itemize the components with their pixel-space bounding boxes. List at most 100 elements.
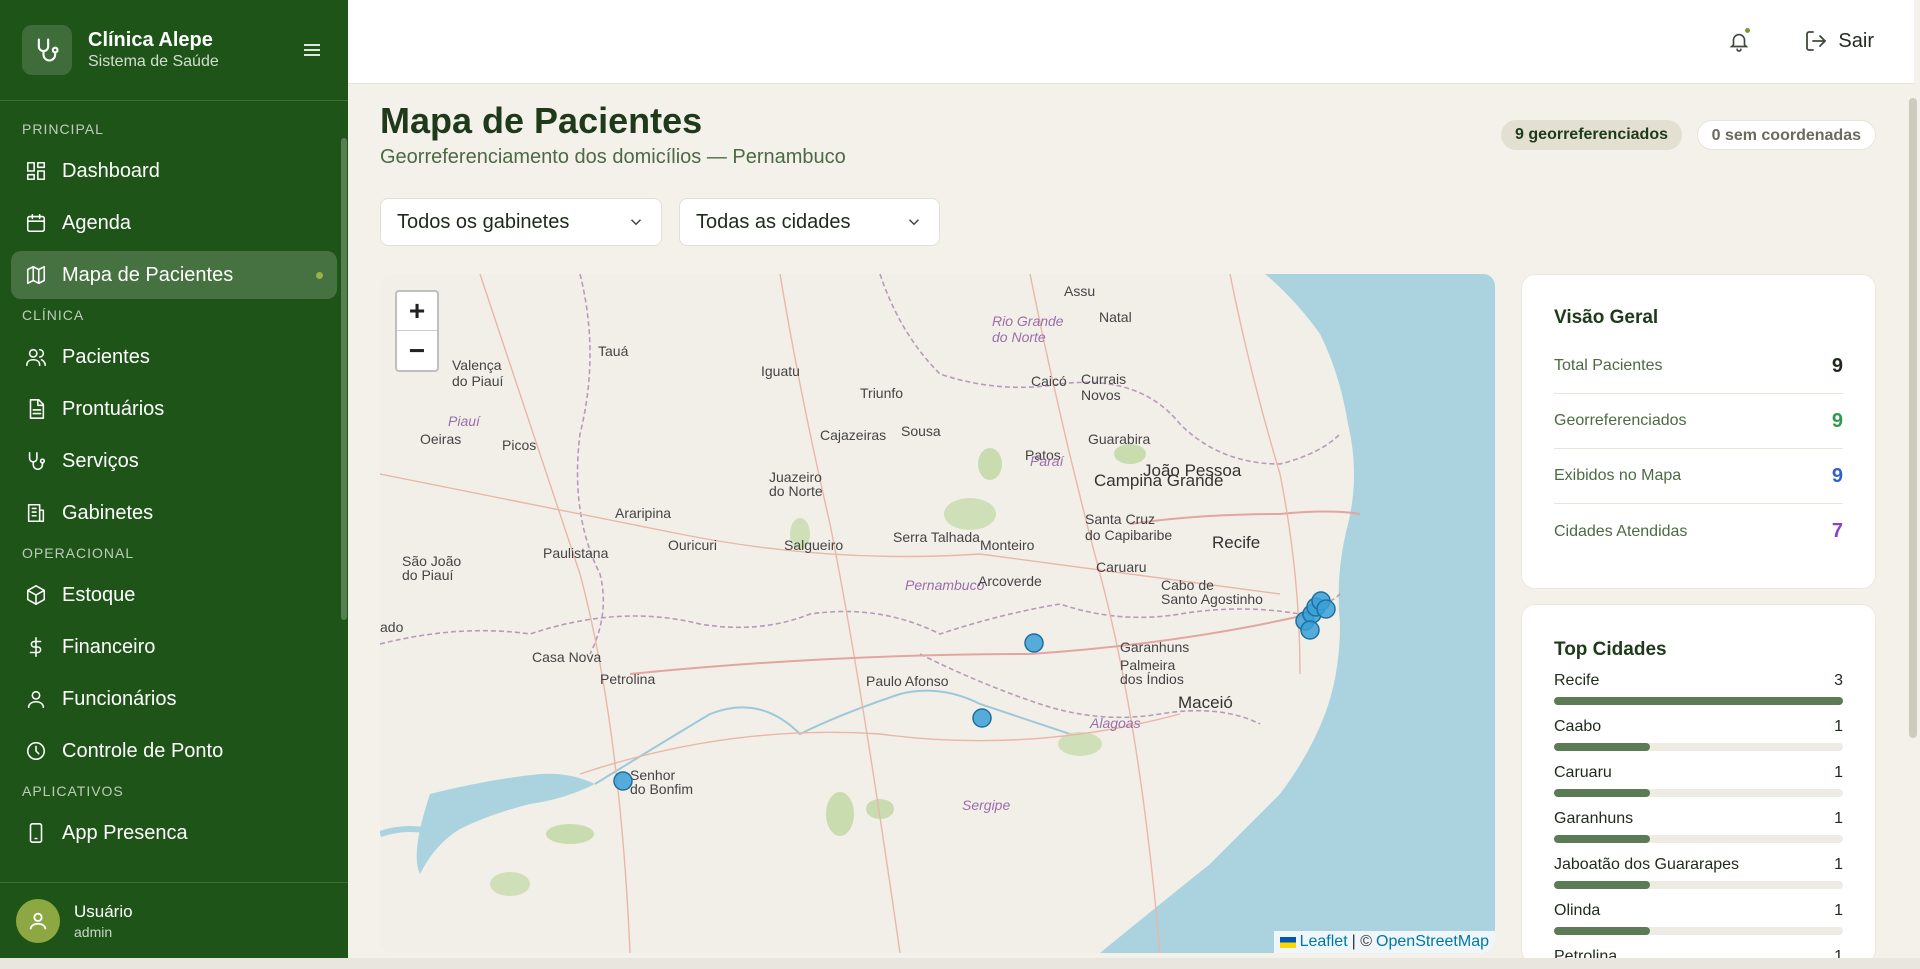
menu-icon[interactable]	[298, 36, 326, 64]
city-name: Recife	[1554, 672, 1600, 689]
gabinete-select[interactable]: Todos os gabinetes	[380, 198, 662, 246]
stat-label: Total Pacientes	[1554, 357, 1663, 374]
sidebar-item-dashboard[interactable]: Dashboard	[11, 147, 337, 195]
sidebar-item-gabinetes[interactable]: Gabinetes	[11, 489, 337, 537]
sidebar-item-prontuários[interactable]: Prontuários	[11, 385, 337, 433]
georeferenced-badge: 9 georreferenciados	[1501, 120, 1682, 150]
sidebar-nav: PRINCIPAL Dashboard Agenda Mapa de Paciente…	[0, 101, 348, 882]
map-label: Tauá	[598, 343, 629, 359]
sidebar-item-label: App Presenca	[62, 821, 188, 844]
sidebar-item-label: Gabinetes	[62, 501, 154, 524]
stat-row: Exibidos no Mapa 9	[1554, 449, 1843, 504]
map-label: Valença	[452, 357, 502, 373]
patient-map[interactable]: Assu Natal Rio Grande do Norte Tauá Valença do…	[380, 274, 1495, 953]
active-indicator-dot	[316, 272, 323, 279]
city-count: 1	[1834, 810, 1843, 827]
city-bar	[1554, 743, 1843, 751]
city-row: Garanhuns 1	[1554, 809, 1843, 843]
map-label: Alagoas	[1089, 715, 1141, 731]
stat-value: 7	[1831, 520, 1843, 542]
sidebar-item-funcionários[interactable]: Funcionários	[11, 675, 337, 723]
sidebar-item-serviços[interactable]: Serviços	[11, 437, 337, 485]
map-label: Petrolina	[600, 671, 655, 687]
city-bar-fill	[1554, 881, 1651, 889]
map-label: Oeiras	[420, 431, 461, 447]
notification-dot	[1743, 26, 1752, 35]
openstreetmap-link[interactable]: OpenStreetMap	[1376, 933, 1489, 951]
sidebar-item-label: Agenda	[62, 211, 131, 234]
city-name: Olinda	[1554, 902, 1601, 919]
map-label: Araripina	[615, 505, 671, 521]
city-count: 1	[1834, 764, 1843, 781]
page-scrollbar-thumb[interactable]	[1909, 98, 1917, 738]
patient-marker[interactable]	[972, 708, 992, 728]
map-label: Caicó	[1031, 373, 1067, 389]
stat-value: 9	[1831, 464, 1843, 487]
logout-button[interactable]: Sair	[1804, 24, 1874, 58]
overview-card: Visão Geral Total Pacientes 9 Georreferen…	[1521, 274, 1876, 589]
stat-label: Exibidos no Mapa	[1554, 467, 1682, 484]
patient-marker[interactable]	[1316, 599, 1336, 619]
stat-label: Cidades Atendidas	[1554, 522, 1688, 540]
top-cities-card: Top Cidades Recife 3 Caabo 1 Caruaru 1 Gara…	[1521, 604, 1876, 964]
logout-label: Sair	[1838, 29, 1874, 52]
sidebar-item-pacientes[interactable]: Pacientes	[11, 333, 337, 381]
stat-value: 9	[1831, 354, 1843, 377]
map-tiles[interactable]: AssuNatalRio Grandedo NorteTauáValençado…	[380, 274, 1495, 953]
sidebar-item-controle-de-ponto[interactable]: Controle de Ponto	[11, 727, 337, 775]
sidebar-section-label: PRINCIPAL	[22, 121, 104, 137]
user-avatar-icon	[16, 898, 60, 943]
stat-value: 9	[1831, 409, 1843, 432]
map-label: Novos	[1081, 387, 1121, 403]
sidebar-scrollbar[interactable]	[341, 138, 347, 620]
topbar: Sair	[348, 0, 1914, 84]
city-name: Garanhuns	[1554, 810, 1634, 827]
map-label: do Piauí	[452, 373, 503, 389]
city-bar-fill	[1554, 697, 1843, 705]
patient-marker[interactable]	[613, 771, 633, 791]
document-icon	[22, 395, 50, 423]
attribution-separator: | ©	[1351, 933, 1373, 950]
city-bar	[1554, 789, 1843, 797]
notification-bell-icon[interactable]	[1724, 26, 1754, 56]
page-scrollbar[interactable]	[1906, 84, 1920, 958]
map-label: Paulistana	[543, 545, 609, 561]
map-label: Currais	[1081, 371, 1126, 387]
map-label: Santo Agostinho	[1161, 591, 1263, 607]
stat-row: Total Pacientes 9	[1554, 339, 1843, 394]
city-bar	[1554, 881, 1843, 889]
sidebar-section-label: OPERACIONAL	[22, 545, 135, 561]
users-icon	[22, 343, 50, 371]
map-label: Paulo Afonso	[866, 673, 949, 689]
sidebar-item-agenda[interactable]: Agenda	[11, 199, 337, 247]
map-label: Sergipe	[962, 797, 1010, 813]
sidebar-item-financeiro[interactable]: Financeiro	[11, 623, 337, 671]
map-label: Cajazeiras	[820, 427, 886, 443]
cidade-select[interactable]: Todas as cidades	[679, 198, 940, 246]
sidebar-section-label: APLICATIVOS	[22, 783, 124, 799]
patient-marker[interactable]	[1024, 633, 1044, 653]
map-label: Santa Cruz	[1085, 511, 1155, 527]
sidebar-item-estoque[interactable]: Estoque	[11, 571, 337, 619]
sidebar-item-label: Financeiro	[62, 635, 156, 658]
no-coordinates-badge: 0 sem coordenadas	[1696, 120, 1876, 150]
sidebar-item-app-presenca[interactable]: App Presenca	[11, 809, 337, 857]
bottom-strip	[0, 958, 1920, 969]
user-profile[interactable]: Usuário admin	[0, 882, 348, 958]
sidebar-item-mapa-de-pacientes[interactable]: Mapa de Pacientes	[11, 251, 337, 299]
city-name: Caabo	[1554, 718, 1602, 735]
top-cities-title: Top Cidades	[1554, 639, 1667, 660]
zoom-in-button[interactable]: +	[397, 292, 437, 331]
zoom-out-button[interactable]: −	[397, 331, 437, 370]
map-attribution: Leaflet | © OpenStreetMap	[1273, 931, 1495, 953]
city-bar-fill	[1554, 927, 1651, 935]
stat-label: Georreferenciados	[1554, 412, 1687, 429]
gabinete-select-value: Todos os gabinetes	[397, 210, 570, 233]
leaflet-link[interactable]: Leaflet	[1300, 933, 1348, 951]
map-label: Rio Grande	[992, 313, 1064, 329]
map-icon	[22, 261, 50, 289]
stethoscope-icon	[22, 447, 50, 475]
sidebar-item-label: Dashboard	[62, 159, 160, 182]
patient-marker[interactable]	[1300, 620, 1320, 640]
stethoscope-logo-icon	[22, 25, 72, 75]
